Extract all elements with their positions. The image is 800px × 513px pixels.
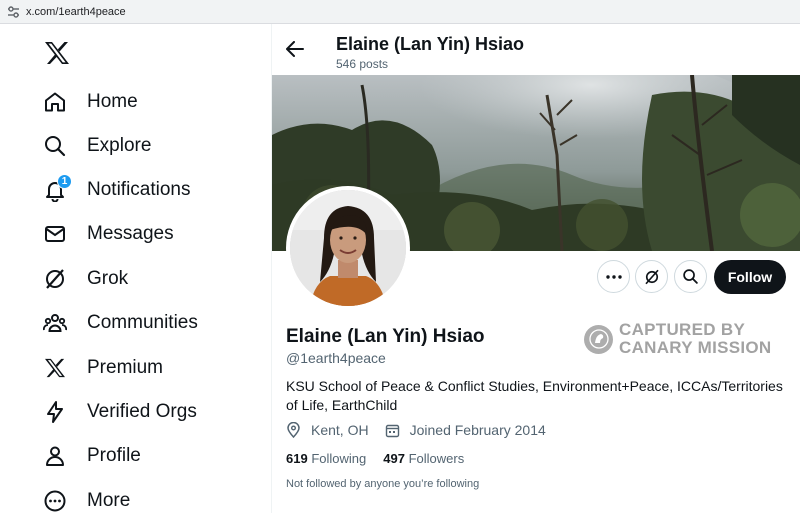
follow-counts: 619 Following 497 Followers: [286, 451, 481, 466]
watermark-line-2: CANARY MISSION: [619, 338, 772, 357]
profile-name: Elaine (Lan Yin) Hsiao: [286, 326, 485, 347]
profile-column: Elaine (Lan Yin) Hsiao 546 posts Follow …: [272, 24, 800, 513]
bell-icon: 1: [42, 174, 72, 203]
browser-address-bar[interactable]: x.com/1earth4peace: [0, 0, 800, 24]
notification-badge: 1: [57, 174, 72, 189]
followers-count: 497: [383, 451, 405, 466]
profile-handle: @1earth4peace: [286, 350, 386, 366]
watermark-line-1: CAPTURED BY: [619, 320, 746, 339]
avatar[interactable]: [286, 186, 410, 310]
sidebar-item-label: Messages: [87, 223, 174, 244]
sidebar-item-verified-orgs[interactable]: Verified Orgs: [42, 394, 197, 430]
canary-mission-watermark: CAPTURED BY CANARY MISSION: [584, 321, 772, 357]
sidebar-item-premium[interactable]: Premium: [42, 350, 163, 386]
sidebar-item-label: Premium: [87, 357, 164, 378]
following-link[interactable]: 619 Following: [286, 451, 366, 466]
back-arrow-icon[interactable]: [284, 38, 306, 60]
header-name: Elaine (Lan Yin) Hsiao: [336, 34, 525, 54]
sidebar-item-home[interactable]: Home: [42, 84, 138, 120]
profile-meta: Kent, OH Joined February 2014: [286, 422, 562, 438]
sidebar-item-more[interactable]: More: [42, 483, 130, 513]
people-icon: [42, 310, 68, 336]
search-icon: [42, 133, 68, 159]
sidebar-item-label: Notifications: [87, 179, 191, 200]
sidebar-item-notifications[interactable]: 1 Notifications: [42, 172, 191, 208]
grok-icon: [643, 268, 661, 286]
joined-item: Joined February 2014: [385, 422, 546, 438]
sidebar-item-label: Verified Orgs: [87, 401, 197, 422]
following-label: Following: [311, 451, 367, 466]
followers-link[interactable]: 497 Followers: [383, 451, 464, 466]
follow-button[interactable]: Follow: [714, 260, 786, 294]
home-icon: [42, 89, 68, 115]
location-pin-icon: [286, 422, 306, 438]
url-text[interactable]: x.com/1earth4peace: [26, 6, 126, 18]
sidebar-item-communities[interactable]: Communities: [42, 305, 198, 341]
sidebar-item-label: Profile: [87, 445, 141, 466]
sidebar-item-explore[interactable]: Explore: [42, 128, 151, 164]
site-settings-icon[interactable]: [6, 5, 20, 19]
sidebar-item-label: Grok: [87, 268, 129, 289]
location-text: Kent, OH: [311, 422, 369, 438]
search-icon: [682, 268, 699, 285]
more-options-button[interactable]: [597, 260, 630, 293]
person-icon: [42, 443, 68, 469]
more-dots-icon: [605, 274, 622, 279]
not-followed-note: Not followed by anyone you’re following: [286, 478, 480, 490]
x-logo-icon: [42, 355, 68, 381]
lightning-icon: [42, 399, 68, 425]
sidebar-item-label: Communities: [87, 312, 198, 333]
x-logo-icon[interactable]: [44, 41, 72, 67]
sidebar: Home Explore 1 Notifications Messages Gr…: [0, 24, 272, 513]
sidebar-item-label: Explore: [87, 135, 152, 156]
more-circle-icon: [42, 488, 68, 513]
profile-header-bar: Elaine (Lan Yin) Hsiao 546 posts: [272, 24, 800, 75]
grok-icon: [42, 266, 68, 292]
following-count: 619: [286, 451, 308, 466]
calendar-icon: [385, 423, 405, 438]
search-profile-button[interactable]: [674, 260, 707, 293]
location-item: Kent, OH: [286, 422, 369, 438]
sidebar-item-grok[interactable]: Grok: [42, 261, 128, 297]
sidebar-item-label: Home: [87, 91, 138, 112]
canary-seal-icon: [584, 324, 613, 354]
envelope-icon: [42, 221, 68, 247]
sidebar-item-profile[interactable]: Profile: [42, 438, 141, 474]
profile-bio: KSU School of Peace & Conflict Studies, …: [286, 378, 783, 413]
post-count: 546 posts: [336, 57, 389, 71]
followers-label: Followers: [408, 451, 465, 466]
grok-button[interactable]: [635, 260, 668, 293]
joined-text: Joined February 2014: [409, 422, 546, 438]
sidebar-item-messages[interactable]: Messages: [42, 216, 174, 252]
sidebar-item-label: More: [87, 490, 131, 511]
